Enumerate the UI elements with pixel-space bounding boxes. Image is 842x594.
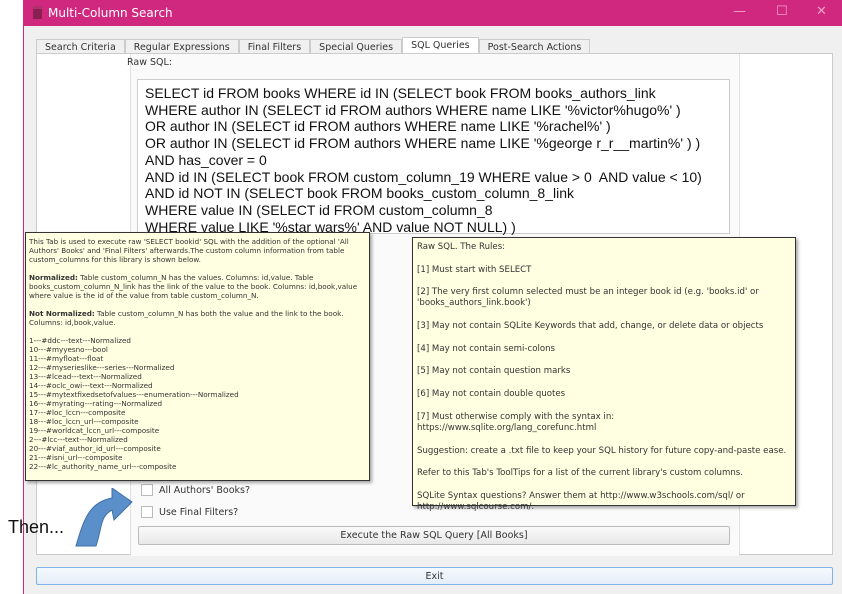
sql-rule-line: [4] May not contain semi-colons bbox=[417, 343, 556, 354]
custom-column-entry: 15---#mytextfixedsetofvalues---enumerati… bbox=[29, 390, 239, 399]
then-annotation: Then... bbox=[8, 517, 65, 537]
tab-special-queries[interactable]: Special Queries bbox=[310, 39, 403, 54]
normalized-label: Normalized: bbox=[29, 273, 78, 282]
custom-column-entry: 13---#lcead---text---Normalized bbox=[29, 372, 142, 381]
sql-rule-line: [5] May not contain question marks bbox=[417, 366, 571, 377]
custom-column-entry: 18---#loc_lccn_url---composite bbox=[29, 417, 139, 426]
sql-rule-line: Refer to this Tab's ToolTips for a list … bbox=[417, 468, 743, 479]
custom-columns-tooltip: This Tab is used to execute raw 'SELECT … bbox=[25, 232, 370, 481]
exit-button[interactable]: Exit bbox=[36, 567, 833, 585]
window-title: Multi-Column Search bbox=[48, 6, 173, 20]
tab-regular-expressions[interactable]: Regular Expressions bbox=[124, 39, 239, 54]
custom-column-entry: 17---#loc_lccn---composite bbox=[29, 408, 126, 417]
checkbox-label: All Authors' Books? bbox=[159, 484, 250, 496]
custom-column-entry: 22---#lc_authority_name_url---composite bbox=[29, 462, 177, 471]
sql-rule-line: [6] May not contain double quotes bbox=[417, 389, 566, 400]
sql-rules-tooltip: Raw SQL. The Rules: [1] Must start with S… bbox=[412, 237, 796, 512]
sql-rule-line: [3] May not contain SQLite Keywords that… bbox=[417, 321, 764, 332]
use-final-filters-checkbox[interactable]: Use Final Filters? bbox=[141, 506, 238, 518]
tab-sql-queries[interactable]: SQL Queries bbox=[402, 37, 479, 54]
normalized-text: Table custom_column_N has the values. Co… bbox=[29, 273, 358, 300]
close-button[interactable]: ✕ bbox=[816, 4, 827, 19]
tooltip-intro: This Tab is used to execute raw 'SELECT … bbox=[29, 237, 349, 264]
custom-column-entry: 1---#ddc---text---Normalized bbox=[29, 336, 131, 345]
tab-post-search-actions[interactable]: Post-Search Actions bbox=[478, 39, 591, 54]
maximize-button[interactable]: ☐ bbox=[776, 4, 788, 19]
sql-rule-line: [7] Must otherwise comply with the synta… bbox=[417, 411, 615, 433]
custom-column-entry: 16---#myrating---rating---Normalized bbox=[29, 399, 163, 408]
sql-rule-line: [1] Must start with SELECT bbox=[417, 264, 532, 275]
custom-column-entry: 11---#myfloat---float bbox=[29, 354, 104, 363]
tab-final-filters[interactable]: Final Filters bbox=[238, 39, 311, 54]
custom-column-entry: 12---#myserieslike---series---Normalized bbox=[29, 363, 175, 372]
custom-column-entry: 14---#oclc_owi---text---Normalized bbox=[29, 381, 153, 390]
sql-rule-line: Raw SQL. The Rules: bbox=[417, 242, 506, 252]
sql-rule-line: [2] The very first column selected must … bbox=[417, 287, 759, 309]
raw-sql-label: Raw SQL: bbox=[127, 57, 173, 68]
tab-search-criteria[interactable]: Search Criteria bbox=[36, 39, 125, 54]
raw-sql-editor[interactable]: SELECT id FROM books WHERE id IN (SELECT… bbox=[137, 79, 730, 235]
custom-columns-list: 1---#ddc---text---Normalized 10---#myyesn… bbox=[29, 336, 366, 471]
custom-column-entry: 19---#worldcat_lccn_url---composite bbox=[29, 426, 160, 435]
all-authors-checkbox[interactable]: All Authors' Books? bbox=[141, 484, 250, 496]
custom-column-entry: 10---#myyesno---bool bbox=[29, 345, 108, 354]
sql-rule-line: Suggestion: create a .txt file to keep y… bbox=[417, 445, 787, 456]
sql-rule-line: SQLite Syntax questions? Answer them at … bbox=[417, 490, 745, 512]
custom-column-entry: 20---#viaf_author_id_url---composite bbox=[29, 444, 161, 453]
minimize-button[interactable]: — bbox=[733, 4, 746, 19]
custom-column-entry: 2---#lcc---text---Normalized bbox=[29, 435, 128, 444]
curved-arrow-icon bbox=[75, 488, 133, 547]
title-bar: Multi-Column Search — ☐ ✕ bbox=[24, 0, 842, 26]
execute-sql-button[interactable]: Execute the Raw SQL Query [All Books] bbox=[138, 526, 730, 545]
checkbox-box[interactable] bbox=[141, 484, 153, 496]
tab-bar: Search Criteria Regular Expressions Fina… bbox=[36, 37, 591, 54]
app-icon bbox=[33, 6, 42, 19]
checkbox-label: Use Final Filters? bbox=[159, 506, 239, 518]
normalized-description: Normalized: Table custom_column_N has th… bbox=[29, 273, 366, 300]
not-normalized-description: Not Normalized: Table custom_column_N ha… bbox=[29, 309, 366, 327]
checkbox-box[interactable] bbox=[141, 506, 153, 518]
custom-column-entry: 21---#isni_url---composite bbox=[29, 453, 123, 462]
not-normalized-label: Not Normalized: bbox=[29, 309, 95, 318]
